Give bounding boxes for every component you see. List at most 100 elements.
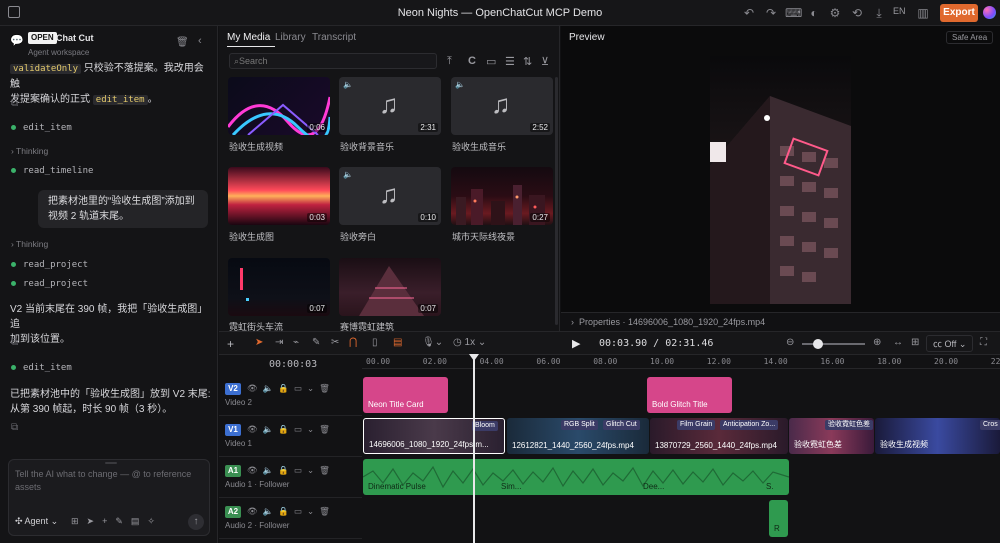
duration-label: 0:03 <box>307 213 327 222</box>
chat-input[interactable]: Tell the AI what to change — @ to refere… <box>15 468 205 494</box>
properties-label[interactable]: › Properties · 14696006_1080_1920_24fps.… <box>571 317 765 327</box>
tab-transcript[interactable]: Transcript <box>312 32 356 43</box>
tool-call-read-project[interactable]: read_project <box>11 279 88 289</box>
trash-icon[interactable]: 🗑 <box>176 37 189 48</box>
properties-bar[interactable]: › Properties · 14696006_1080_1920_24fps.… <box>561 312 1000 331</box>
agent-mode-select[interactable]: ✣ Agent ⌄ <box>15 516 58 527</box>
effect-badge: Film Grain <box>677 420 716 430</box>
tool-call-edit-item[interactable]: edit_item <box>11 123 72 133</box>
folder-icon[interactable]: ▭ <box>486 55 496 68</box>
media-scrollbar[interactable] <box>555 77 558 325</box>
captions-select[interactable]: ㏄ Off ⌄ <box>926 335 974 352</box>
media-search-input[interactable]: ⌕Search <box>229 53 437 69</box>
razor-tool-icon[interactable]: ⌁ <box>293 337 299 348</box>
media-item[interactable]: 0:06 <box>228 77 330 135</box>
ruler-tick: 22 <box>990 357 1000 366</box>
settings-icon[interactable]: ⚙ <box>827 5 843 21</box>
play-button[interactable]: ▶ <box>572 337 580 350</box>
export-button[interactable]: Export <box>940 4 978 22</box>
timeline-clip-v1[interactable]: RGB Split Glitch Cut 12612821_1440_2560_… <box>507 418 649 454</box>
tool-call-edit-item[interactable]: edit_item <box>11 363 72 373</box>
zoom-out-icon[interactable]: ⊖ <box>786 337 794 348</box>
select-tool-icon[interactable]: ➤ <box>255 337 263 348</box>
track-controls[interactable]: 👁🔈🔒▭⌄🗑 <box>247 383 335 394</box>
tab-my-media[interactable]: My Media <box>227 32 270 43</box>
media-item[interactable]: 🔈 ♫ 2:31 <box>339 77 441 135</box>
timeline-clip-v2[interactable]: Bold Glitch Title <box>647 377 732 413</box>
media-item-label: 验收生成视频 <box>229 142 284 152</box>
timeline-clip-v1[interactable]: 验收霓虹色差 验收霓虹色差 <box>789 418 874 454</box>
music-note-icon: ♫ <box>379 179 399 209</box>
zoom-in-icon[interactable]: ⊕ <box>873 337 881 348</box>
media-item-label: 验收旁白 <box>340 232 377 242</box>
add-icon[interactable]: + <box>227 337 234 351</box>
fullscreen-icon[interactable]: ⛶ <box>980 337 987 348</box>
film-icon[interactable]: ▤ <box>393 337 402 348</box>
timeline-clip-v1[interactable]: Bloom 14696006_1080_1920_24fps.m... <box>363 418 505 454</box>
media-item[interactable]: 🔈 ♫ 0:10 <box>339 167 441 225</box>
c-icon[interactable]: C <box>468 55 476 67</box>
thinking-label[interactable]: › Thinking <box>11 146 48 156</box>
undo-icon[interactable]: ↶ <box>741 5 757 21</box>
timeline-clip-v2[interactable]: Neon Title Card <box>363 377 448 413</box>
assistant-message: validateOnly 只校验不落提案。我改用会触 发提案确认的正式 edit… <box>10 61 210 108</box>
media-item[interactable]: 0:03 <box>228 167 330 225</box>
clip-label: Bold Glitch Title <box>652 400 708 409</box>
palette-icon[interactable]: ◐ <box>806 5 822 21</box>
download-icon[interactable]: ⤓ <box>871 5 887 21</box>
track-controls[interactable]: 👁🔈🔒▭⌄🗑 <box>247 506 335 517</box>
timeline-clip-v1[interactable]: Film Grain Anticipation Zo... 13870729_2… <box>650 418 788 454</box>
preview-label: Preview <box>569 32 605 43</box>
sort-icon[interactable]: ⇅ <box>523 55 532 68</box>
track-controls[interactable]: 👁🔈🔒▭⌄🗑 <box>247 424 335 435</box>
panel-layout-icon[interactable]: ▥ <box>915 5 931 21</box>
track-controls[interactable]: 👁🔈🔒▭⌄🗑 <box>247 465 335 476</box>
safe-area-toggle[interactable]: Safe Area <box>946 31 994 44</box>
timeline-clip-a1[interactable]: Dinematic Pulse Sim... Dee... S. <box>363 459 789 495</box>
tab-library[interactable]: Library <box>275 32 306 43</box>
time-ruler[interactable]: 00.00 02.00 04.00 06.00 08.00 10.00 12.00 14.00… <box>362 355 1000 369</box>
speed-select[interactable]: ◷ 1x ⌄ <box>453 337 486 348</box>
chat-input-box[interactable]: Tell the AI what to change — @ to refere… <box>8 459 210 536</box>
media-item[interactable]: 0:27 <box>451 167 553 225</box>
microphone-icon[interactable]: 🎙⌄ <box>422 337 443 348</box>
timeline-clip-v1[interactable]: Cros 验收生成视频 <box>875 418 1000 454</box>
copy-icon[interactable]: ⧉ <box>11 422 18 433</box>
redo-icon[interactable]: ↷ <box>763 5 779 21</box>
scissors-icon[interactable]: ✂ <box>331 337 339 348</box>
history-icon[interactable]: ⟲ <box>849 5 865 21</box>
list-icon[interactable]: ☰ <box>505 55 515 68</box>
filter-icon[interactable]: ⊻ <box>541 55 549 68</box>
grid-view-icon[interactable]: ⊞ <box>911 337 919 348</box>
media-item[interactable]: 0:07 <box>228 258 330 316</box>
resize-handle[interactable] <box>105 462 117 464</box>
marker-icon[interactable]: ▯ <box>372 337 378 348</box>
active-tab-indicator <box>227 46 275 47</box>
grid-icon: ⊞ <box>71 516 87 526</box>
pen-tool-icon[interactable]: ✎ <box>312 337 320 348</box>
composer-tools[interactable]: ⊞➤+✎▤✧ <box>71 516 163 527</box>
copy-icon[interactable]: ⧉ <box>11 337 18 348</box>
timeline-clip-a2[interactable]: R <box>769 500 788 537</box>
media-item[interactable]: 🔈 ♫ 2:52 <box>451 77 553 135</box>
collapse-icon[interactable]: ‹ <box>198 35 202 47</box>
magnet-icon[interactable]: ⋂ <box>349 337 357 348</box>
lock-icon: 🔒 <box>278 465 294 475</box>
zoom-slider[interactable] <box>802 343 865 345</box>
fit-icon[interactable]: ↔ <box>893 337 903 348</box>
language-button[interactable]: EN <box>893 6 906 16</box>
media-item[interactable]: 0:07 <box>339 258 441 316</box>
avatar[interactable] <box>983 6 996 19</box>
playhead[interactable] <box>473 355 475 543</box>
thinking-label[interactable]: › Thinking <box>11 239 48 249</box>
ripple-tool-icon[interactable]: ⇥ <box>275 337 283 348</box>
media-item-label: 城市天际线夜景 <box>452 232 516 242</box>
tool-call-read-project[interactable]: read_project <box>11 260 88 270</box>
tool-call-read-timeline[interactable]: read_timeline <box>11 166 93 176</box>
upload-icon[interactable]: ⤒ <box>447 55 452 68</box>
zoom-slider-thumb[interactable] <box>813 339 823 349</box>
keyboard-icon[interactable]: ⌨ <box>785 5 802 21</box>
media-item-label: 验收生成图 <box>229 232 275 242</box>
copy-icon[interactable]: ⧉ <box>11 98 18 109</box>
send-button[interactable]: ↑ <box>188 514 204 530</box>
